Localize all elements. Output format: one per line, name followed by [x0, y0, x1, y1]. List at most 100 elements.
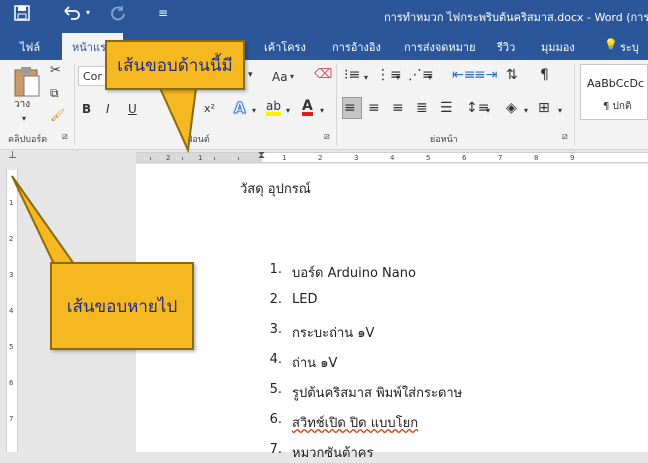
ruler-number: 3 — [9, 271, 14, 279]
ribbon-tabs: ไฟล์ หน้าแรก เค้าโครง การอ้างอิง การส่งจ… — [0, 30, 648, 60]
ruler-number: 1 — [9, 199, 14, 207]
customize-qat-icon[interactable]: ≡ — [158, 6, 168, 20]
list-number: 3. — [269, 322, 282, 337]
italic-button[interactable]: I — [106, 100, 110, 118]
format-painter-icon[interactable]: 🖌 — [50, 106, 65, 124]
line-spacing-dropdown-icon[interactable]: ▾ — [486, 102, 490, 120]
shading-dropdown-icon[interactable]: ▾ — [524, 102, 528, 120]
superscript-button[interactable]: x² — [204, 100, 215, 118]
undo-icon[interactable] — [62, 5, 82, 25]
bold-button[interactable]: B — [82, 100, 91, 118]
tab-layout[interactable]: เค้าโครง — [264, 38, 306, 56]
list-item-text: ถ่าน ๑V — [292, 356, 338, 371]
list-number: 6. — [269, 412, 282, 427]
ruler-number: 2 — [166, 154, 171, 162]
sort-icon[interactable]: ⇅ — [506, 66, 518, 84]
ruler-number: 7 — [498, 154, 503, 162]
list-number: 2. — [269, 292, 282, 307]
font-color-dropdown-icon[interactable]: ▾ — [320, 102, 324, 120]
paragraph-launcher-icon[interactable]: ⧄ — [562, 132, 568, 142]
borders-dropdown-icon[interactable]: ▾ — [558, 102, 562, 120]
multilevel-dropdown-icon[interactable]: ▾ — [428, 69, 432, 87]
document-title: การทำหมวก ไฟกระพริบต้นคริสมาส.docx - Wor… — [384, 11, 648, 24]
thai-distribute-icon[interactable]: ☰ — [440, 99, 453, 117]
text-effects-dropdown-icon[interactable]: ▾ — [252, 102, 256, 120]
divider — [574, 64, 575, 146]
divider — [336, 64, 337, 146]
ruler-number: 1 — [198, 154, 203, 162]
ruler-tick — [150, 157, 151, 160]
top-callout: เส้นขอบด้านนี้มี — [105, 40, 245, 90]
vertical-ruler[interactable]: 1 2 3 4 5 6 7 — [6, 170, 18, 452]
bullets-dropdown-icon[interactable]: ▾ — [364, 69, 368, 87]
shading-icon[interactable]: ◈ — [506, 99, 517, 117]
ruler-number: 9 — [570, 154, 575, 162]
list-number: 4. — [269, 352, 282, 367]
justify-icon[interactable]: ≣ — [416, 99, 428, 117]
undo-dropdown-icon[interactable]: ▾ — [86, 8, 90, 17]
ruler-number: 4 — [390, 154, 395, 162]
numbering-dropdown-icon[interactable]: ▾ — [396, 69, 400, 87]
ruler-tick — [214, 157, 215, 160]
subscript-button[interactable]: x₂ — [182, 100, 193, 118]
font-launcher-icon[interactable]: ⧄ — [324, 132, 330, 142]
document-page[interactable]: วัสดุ อุปกรณ์ 1. บอร์ด Arduino Nano 2. L… — [136, 164, 648, 461]
ruler-tick — [238, 157, 239, 160]
tell-me-box[interactable]: ระบุ — [620, 38, 639, 56]
font-size-dropdown-icon[interactable]: ▾ — [248, 66, 253, 84]
ruler-number: 4 — [9, 307, 14, 315]
font-color-button[interactable]: A — [302, 98, 313, 116]
list-number: 5. — [269, 382, 282, 397]
indent-marker[interactable]: ⧗ — [258, 150, 265, 161]
style-preview: AaBbCcDc — [587, 77, 645, 90]
font-group-label: ฟอนต์ — [186, 135, 210, 145]
ruler-number: 5 — [9, 343, 14, 351]
align-center-icon[interactable]: ≡ — [368, 99, 380, 117]
borders-icon[interactable]: ⊞ — [538, 99, 550, 117]
highlight-button[interactable]: ab — [266, 98, 281, 116]
cut-icon[interactable]: ✂ — [50, 62, 61, 80]
paragraph-group-label: ย่อหน้า — [430, 135, 458, 145]
lightbulb-icon[interactable]: 💡 — [604, 38, 618, 51]
change-case-dropdown-icon[interactable]: ▾ — [290, 68, 294, 86]
horizontal-ruler[interactable]: 2 1 ⧗ 1 2 3 4 5 6 7 8 9 — [136, 150, 648, 163]
ruler-number: 5 — [426, 154, 431, 162]
ruler-number: 6 — [9, 379, 14, 387]
ruler-number: 1 — [282, 154, 287, 162]
ruler-tick — [182, 157, 183, 160]
document-heading: วัสดุ อุปกรณ์ — [240, 182, 311, 197]
ruler-number: 2 — [318, 154, 323, 162]
ruler-number: 2 — [9, 235, 14, 243]
increase-indent-icon[interactable]: ≡⇥ — [474, 66, 497, 84]
clipboard-launcher-icon[interactable]: ⧄ — [62, 132, 68, 142]
show-marks-icon[interactable]: ¶ — [540, 66, 549, 84]
list-item-text: หมวกซันต้าคร — [292, 446, 374, 461]
list-item-text: สวิทช์เปิด ปิด แบบโยก — [292, 416, 419, 431]
list-item-text: กระบะถ่าน ๑V — [292, 326, 375, 341]
text-effects-button[interactable]: A — [234, 99, 247, 118]
left-arrow-icon — [0, 30, 8, 60]
paste-dropdown-icon[interactable]: ▾ — [22, 110, 26, 128]
align-right-icon[interactable]: ≡ — [392, 99, 404, 117]
list-number: 1. — [269, 262, 282, 277]
change-case-button[interactable]: Aa — [272, 68, 288, 86]
divider — [74, 64, 75, 146]
align-left-icon: ≡ — [344, 100, 356, 116]
bullets-icon[interactable]: ⁝≡ — [344, 66, 360, 84]
clear-formatting-icon[interactable]: ⌫ — [314, 66, 332, 84]
ruler-number: 8 — [534, 154, 539, 162]
decrease-indent-icon[interactable]: ⇤≡ — [452, 66, 475, 84]
clipboard-group-label: คลิปบอร์ด — [8, 135, 48, 145]
highlight-dropdown-icon[interactable]: ▾ — [286, 102, 290, 120]
tab-mailings[interactable]: การส่งจดหมาย — [404, 38, 476, 56]
tab-view[interactable]: มุมมอง — [541, 38, 575, 56]
underline-button[interactable]: U — [128, 100, 137, 118]
tab-review[interactable]: รีวิว — [497, 38, 515, 56]
tab-references[interactable]: การอ้างอิง — [332, 38, 381, 56]
save-icon[interactable] — [14, 5, 30, 25]
redo-icon[interactable] — [110, 5, 126, 25]
tab-selector[interactable]: ⊥ — [8, 150, 17, 161]
styles-gallery[interactable]: AaBbCcDc ¶ ปกติ — [580, 64, 648, 120]
tab-file[interactable]: ไฟล์ — [20, 38, 40, 56]
copy-icon[interactable]: ⧉ — [50, 84, 59, 102]
